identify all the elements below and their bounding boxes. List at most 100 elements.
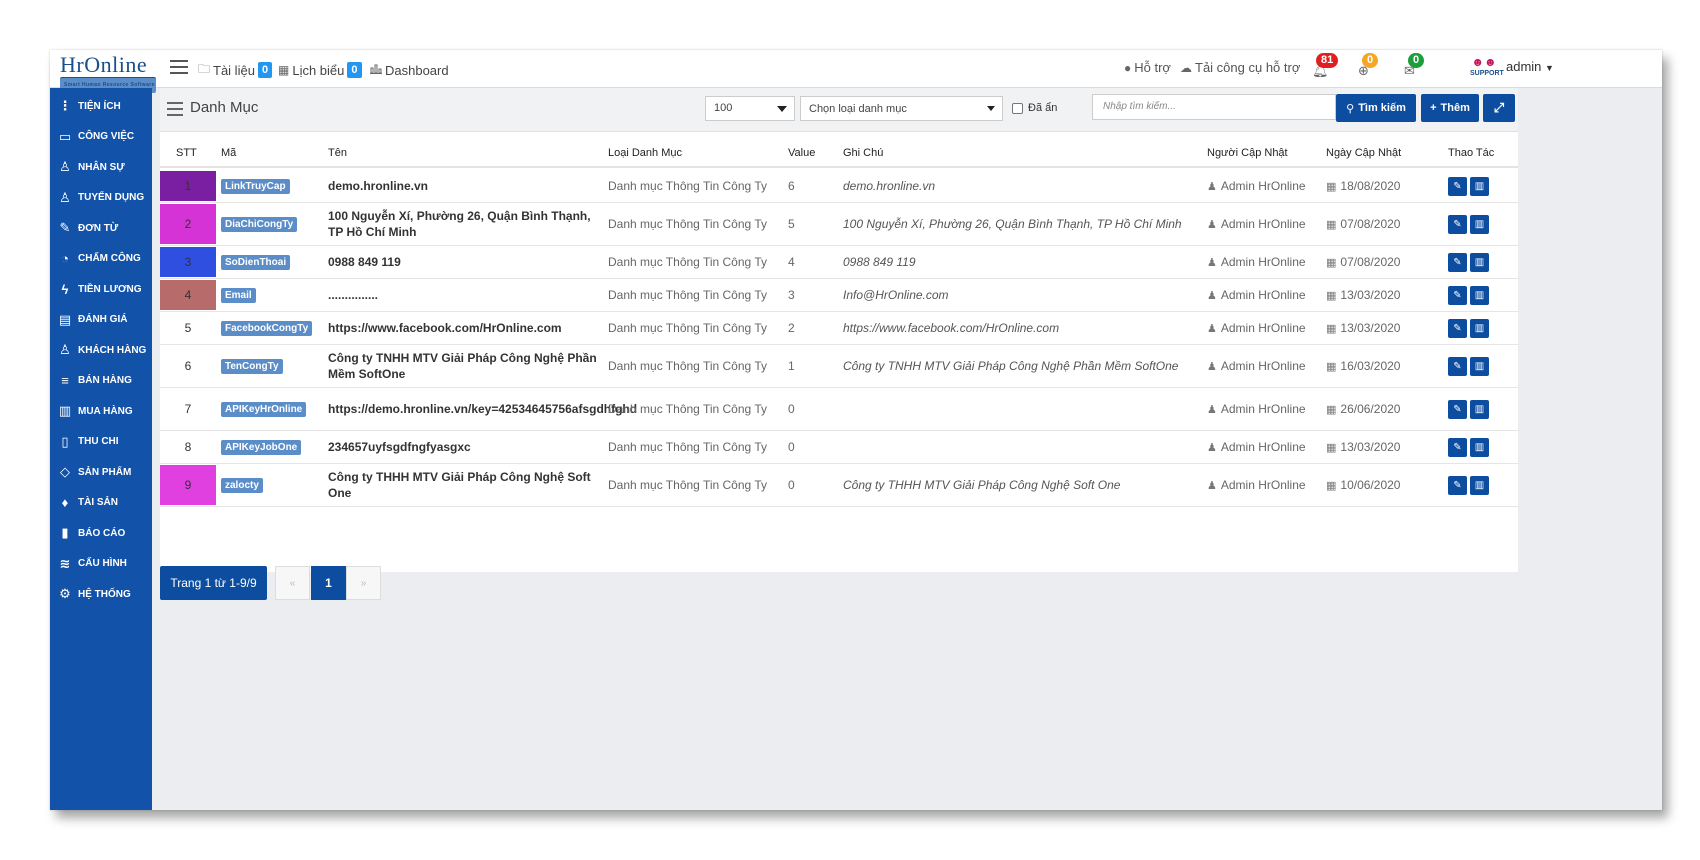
checkbox-box[interactable] xyxy=(1012,102,1023,114)
nav-tai-cong-cu[interactable]: ☁ Tải công cụ hỗ trợ xyxy=(1180,60,1300,75)
table-row[interactable]: 8 APIKeyJobOne 234657uyfsgdfngfyasgxc Danh … xyxy=(160,431,1518,464)
sidebar-item[interactable]: ♙ KHÁCH HÀNG xyxy=(58,339,146,361)
edit-button[interactable]: ✎ xyxy=(1448,437,1467,457)
logo-text: HrOnline xyxy=(60,52,148,77)
category-type-select[interactable]: Chọn loại danh mục xyxy=(800,96,1003,121)
delete-button[interactable]: ▥ xyxy=(1470,318,1489,338)
support-icon[interactable]: ☻☻ SUPPORT xyxy=(1470,55,1504,83)
nav-ho-tro[interactable]: ● Hỗ trợ xyxy=(1124,60,1171,75)
table-row[interactable]: 4 Email............... Danh mục Thông Tin … xyxy=(160,279,1518,312)
caret-down-icon xyxy=(987,106,995,111)
caret-down-icon xyxy=(777,106,787,112)
delete-button[interactable]: ▥ xyxy=(1470,285,1489,305)
page-size-select[interactable]: 100 xyxy=(705,96,795,121)
sidebar-item[interactable]: ♦ TÀI SẢN xyxy=(58,492,118,514)
code-tag: DiaChiCongTy xyxy=(221,216,298,232)
header-stt: STT xyxy=(176,147,197,159)
row-stt: 7 xyxy=(184,402,192,416)
sidebar-item[interactable]: ⚙ HỆ THỐNG xyxy=(58,583,131,605)
edit-button[interactable]: ✎ xyxy=(1448,399,1467,419)
sidebar-item[interactable]: ✎ ĐƠN TỪ xyxy=(58,217,119,239)
user-icon: ♟ xyxy=(1207,218,1217,231)
code-tag: Email xyxy=(221,287,256,303)
row-note: Công ty THHH MTV Giải Pháp Công Nghệ Sof… xyxy=(843,478,1121,492)
row-code: TenCongTy xyxy=(221,345,283,387)
edit-button[interactable]: ✎ xyxy=(1448,285,1467,305)
search-button[interactable]: ⚲ Tìm kiếm xyxy=(1336,94,1416,122)
row-updated-date: ▦ 13/03/2020 xyxy=(1326,312,1400,344)
sidebar-item[interactable]: ▮ BÁO CÁO xyxy=(58,522,125,544)
table-row[interactable]: 5 FacebookCongTy https://www.facebook.com/… xyxy=(160,312,1518,345)
sidebar-item[interactable]: ≡ BÁN HÀNG xyxy=(58,370,132,392)
table-row[interactable]: 2 DiaChiCongTy 100 Nguyễn Xí, Phường 26, Q… xyxy=(160,203,1518,246)
edit-button[interactable]: ✎ xyxy=(1448,318,1467,338)
table-row[interactable]: 7 APIKeyHrOnline https://demo.hronline.vn/… xyxy=(160,388,1518,431)
sidebar-item[interactable]: ◇ SẢN PHẨM xyxy=(58,461,131,483)
row-updated-by: ♟ Admin HrOnline xyxy=(1207,246,1306,278)
edit-button[interactable]: ✎ xyxy=(1448,252,1467,272)
nav-lich-bieu[interactable]: ▦ Lịch biểu 0 xyxy=(278,60,362,80)
table-row[interactable]: 1 LinkTruyCap demo.hronline.vn Danh mục Thô… xyxy=(160,170,1518,203)
sidebar-item[interactable]: ♙ TUYỂN DỤNG xyxy=(58,187,144,209)
delete-button[interactable]: ▥ xyxy=(1470,399,1489,419)
header-nguoi-cap-nhat: Người Cập Nhật xyxy=(1207,147,1288,159)
add-button[interactable]: + Thêm xyxy=(1421,94,1479,122)
list-icon: ≡ xyxy=(61,373,69,388)
sidebar-item[interactable]: ◔ CHẤM CÔNG xyxy=(58,248,141,270)
nav-tai-lieu[interactable]: 🗀 Tài liệu 0 xyxy=(198,60,273,80)
row-code: zalocty xyxy=(221,464,263,506)
sidebar-item-label: SẢN PHẨM xyxy=(78,466,132,478)
pagination-next[interactable]: » xyxy=(346,566,381,600)
table-row[interactable]: 6 TenCongTy Công ty TNHH MTV Giải Pháp Côn… xyxy=(160,345,1518,388)
edit-button[interactable]: ✎ xyxy=(1448,356,1467,376)
sidebar-item[interactable]: ⋮ TIỆN ÍCH xyxy=(58,95,121,117)
updated-date-text: 13/03/2020 xyxy=(1340,440,1401,454)
row-updated-date: ▦ 07/08/2020 xyxy=(1326,246,1400,278)
row-stt: 5 xyxy=(184,321,192,335)
add-button-label: Thêm xyxy=(1440,102,1470,114)
row-stt: 3 xyxy=(160,247,216,277)
panel-menu-icon[interactable] xyxy=(167,102,183,120)
sidebar-item[interactable]: ▤ ĐÁNH GIÁ xyxy=(58,309,128,331)
updated-by-text: Admin HrOnline xyxy=(1220,402,1306,416)
updated-date-text: 18/08/2020 xyxy=(1340,179,1401,193)
sidebar-item[interactable]: ▭ CÔNG VIỆC xyxy=(58,126,134,148)
nav-dashboard[interactable]: Dashboard xyxy=(370,60,449,80)
user-menu[interactable]: admin ▼ xyxy=(1506,59,1554,74)
pagination-prev[interactable]: « xyxy=(275,566,310,600)
edit-button[interactable]: ✎ xyxy=(1448,176,1467,196)
notification-count-badge: 81 xyxy=(1316,53,1339,68)
sidebar: ⋮ TIỆN ÍCH ▭ CÔNG VIỆC ♙ NHÂN SỰ ♙ TUYỂN DỤNG ✎ Đ… xyxy=(50,88,152,810)
user-icon: ♟ xyxy=(1207,289,1217,302)
table-row[interactable]: 3 SoDienThoai 0988 849 119 Danh mục Thông T… xyxy=(160,246,1518,279)
menu-toggle-icon[interactable] xyxy=(170,60,188,76)
sidebar-item[interactable]: ▥ MUA HÀNG xyxy=(58,400,133,422)
delete-button[interactable]: ▥ xyxy=(1470,214,1489,234)
code-tag: APIKeyHrOnline xyxy=(221,401,307,417)
updated-date-text: 13/03/2020 xyxy=(1340,288,1401,302)
pagination-page-1[interactable]: 1 xyxy=(311,566,346,600)
sidebar-item[interactable]: ϟ TIỀN LƯƠNG xyxy=(58,278,142,300)
tag-icon: ◇ xyxy=(60,464,70,479)
header-ghi-chu: Ghi Chú xyxy=(843,147,884,159)
logo[interactable]: HrOnline Smart Human Resource Software xyxy=(60,52,156,93)
edit-button[interactable]: ✎ xyxy=(1448,214,1467,234)
table-row[interactable]: 9 zalocty Công ty THHH MTV Giải Pháp Công … xyxy=(160,464,1518,507)
search-input[interactable]: Nhập tìm kiếm... xyxy=(1092,94,1336,120)
sidebar-item[interactable]: ▯ THU CHI xyxy=(58,431,118,453)
delete-button[interactable]: ▥ xyxy=(1470,252,1489,272)
sidebar-item[interactable]: ≋ CẤU HÌNH xyxy=(58,553,127,575)
delete-button[interactable]: ▥ xyxy=(1470,356,1489,376)
delete-button[interactable]: ▥ xyxy=(1470,475,1489,495)
hidden-filter-checkbox[interactable]: Đã ẩn xyxy=(1012,102,1057,114)
delete-button[interactable]: ▥ xyxy=(1470,437,1489,457)
nav-lich-bieu-label: Lịch biểu xyxy=(292,62,345,78)
row-updated-by: ♟ Admin HrOnline xyxy=(1207,431,1306,463)
header-value: Value xyxy=(788,147,816,159)
edit-button[interactable]: ✎ xyxy=(1448,475,1467,495)
sidebar-item[interactable]: ♙ NHÂN SỰ xyxy=(58,156,124,178)
row-updated-date: ▦ 13/03/2020 xyxy=(1326,431,1400,463)
fullscreen-button[interactable]: ⤢ xyxy=(1483,94,1515,122)
delete-button[interactable]: ▥ xyxy=(1470,176,1489,196)
updated-date-text: 13/03/2020 xyxy=(1340,321,1401,335)
